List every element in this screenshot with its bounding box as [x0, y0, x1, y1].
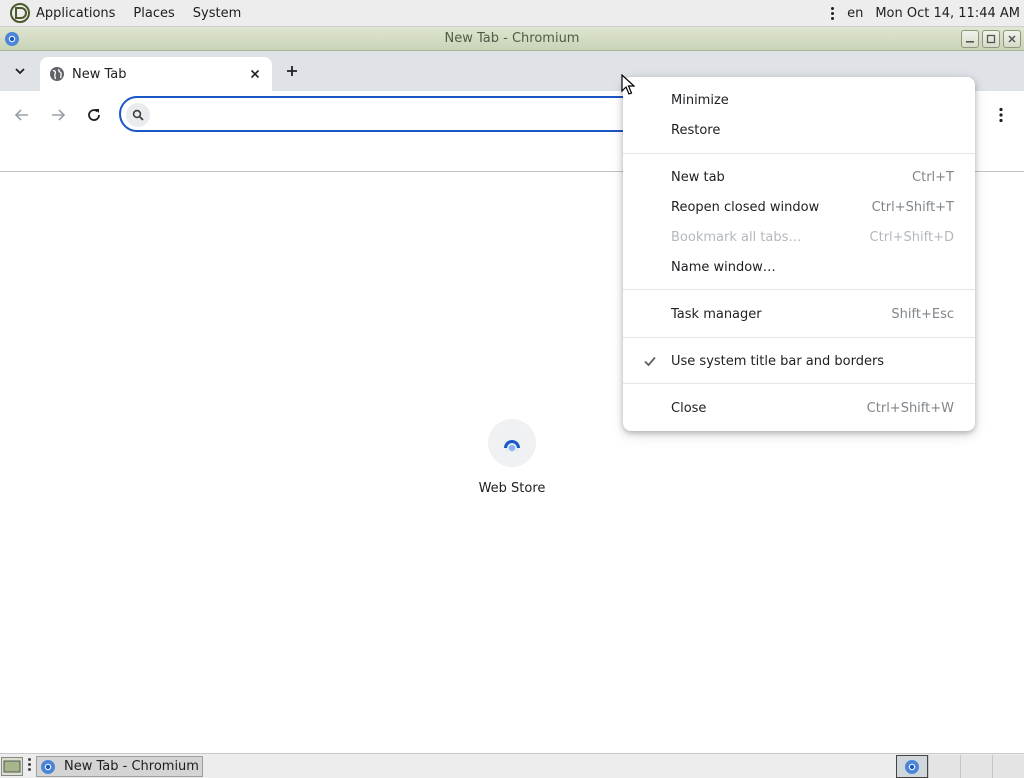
tab-close-button[interactable] — [246, 65, 264, 83]
menu-item-shortcut: Ctrl+Shift+W — [866, 400, 954, 416]
desktop-icon — [3, 760, 21, 773]
workspace-2[interactable] — [928, 755, 960, 778]
reload-button[interactable] — [83, 104, 105, 126]
shortcut-web-store[interactable]: Web Store — [472, 419, 552, 496]
window-context-menu: Minimize Restore New tab Ctrl+T Reopen c… — [623, 77, 975, 431]
taskbar-button-label: New Tab - Chromium — [64, 759, 199, 774]
globe-icon — [50, 67, 64, 81]
menu-item-reopen-closed-window[interactable]: Reopen closed window Ctrl+Shift+T — [623, 192, 975, 222]
shortcut-tile — [488, 419, 536, 467]
panel-menu-bar: Applications Places System — [0, 0, 250, 27]
plus-icon — [287, 66, 297, 76]
maximize-icon — [986, 34, 996, 44]
menu-item-label: Bookmark all tabs… — [671, 229, 802, 245]
window-titlebar[interactable]: New Tab - Chromium — [0, 27, 1024, 51]
system-menu[interactable]: System — [184, 0, 250, 27]
minimize-icon — [966, 41, 974, 43]
search-icon — [126, 103, 150, 127]
menu-item-shortcut: Ctrl+Shift+T — [871, 199, 954, 215]
taskbar-button-chromium[interactable]: New Tab - Chromium — [36, 756, 203, 777]
tab-new-tab[interactable]: New Tab — [40, 57, 272, 91]
menu-item-minimize[interactable]: Minimize — [623, 85, 975, 115]
bottom-panel: New Tab - Chromium — [0, 753, 1024, 778]
menu-separator — [623, 383, 975, 384]
menu-item-label: New tab — [671, 169, 725, 185]
tab-search-button[interactable] — [8, 61, 32, 81]
menu-item-new-tab[interactable]: New tab Ctrl+T — [623, 162, 975, 192]
menu-item-label: Task manager — [671, 306, 762, 322]
menu-item-shortcut: Ctrl+T — [912, 169, 954, 185]
menu-item-label: Reopen closed window — [671, 199, 820, 215]
maximize-window-button[interactable] — [982, 30, 1000, 48]
web-store-icon — [504, 440, 520, 452]
reload-icon — [88, 109, 100, 121]
top-panel: Applications Places System en Mon Oct 14… — [0, 0, 1024, 27]
arrow-right-icon — [52, 109, 66, 121]
back-button[interactable] — [11, 104, 33, 126]
tray-handle-icon[interactable] — [831, 7, 835, 20]
menu-item-label: Use system title bar and borders — [671, 353, 885, 369]
workspace-4[interactable] — [992, 755, 1024, 778]
menu-item-restore[interactable]: Restore — [623, 115, 975, 145]
menu-item-shortcut: Shift+Esc — [891, 306, 954, 322]
clock[interactable]: Mon Oct 14, 11:44 AM — [875, 6, 1020, 21]
arrow-left-icon — [14, 109, 28, 121]
chevron-down-icon — [15, 68, 25, 75]
menu-item-name-window[interactable]: Name window… — [623, 252, 975, 282]
menu-item-use-system-title-bar[interactable]: Use system title bar and borders — [623, 346, 975, 376]
workspace-1[interactable] — [896, 755, 928, 778]
minimize-window-button[interactable] — [961, 30, 979, 48]
menu-item-shortcut: Ctrl+Shift+D — [869, 229, 954, 245]
tasklist-handle-icon[interactable] — [28, 758, 32, 775]
chrome-menu-button[interactable] — [991, 105, 1011, 125]
tab-title: New Tab — [72, 66, 127, 82]
menu-item-task-manager[interactable]: Task manager Shift+Esc — [623, 299, 975, 329]
shortcut-label: Web Store — [478, 481, 546, 496]
new-tab-button[interactable] — [282, 61, 302, 81]
menu-item-close[interactable]: Close Ctrl+Shift+W — [623, 393, 975, 423]
workspace-3[interactable] — [960, 755, 992, 778]
chromium-icon — [41, 759, 55, 774]
close-icon — [250, 69, 260, 79]
chromium-icon[interactable] — [4, 31, 20, 47]
close-window-button[interactable] — [1003, 30, 1021, 48]
applications-menu[interactable]: Applications — [27, 0, 124, 27]
places-menu[interactable]: Places — [124, 0, 183, 27]
menu-item-bookmark-all-tabs: Bookmark all tabs… Ctrl+Shift+D — [623, 222, 975, 252]
mouse-pointer-icon — [621, 74, 635, 95]
window-controls — [961, 30, 1021, 48]
menu-item-label: Close — [671, 400, 707, 416]
forward-button[interactable] — [47, 104, 69, 126]
window-title: New Tab - Chromium — [444, 31, 580, 46]
menu-separator — [623, 289, 975, 290]
menu-item-label: Restore — [671, 122, 721, 138]
show-desktop-button[interactable] — [1, 757, 23, 776]
checkmark-icon — [644, 356, 656, 367]
close-icon — [1008, 35, 1016, 43]
panel-tray: en Mon Oct 14, 11:44 AM — [831, 0, 1020, 27]
menu-item-label: Minimize — [671, 92, 729, 108]
chromium-icon — [905, 759, 919, 774]
keyboard-layout-indicator[interactable]: en — [847, 6, 863, 21]
workspace-switcher — [896, 755, 1024, 778]
kebab-menu-icon — [999, 107, 1003, 123]
menu-item-label: Name window… — [671, 259, 776, 275]
menu-separator — [623, 153, 975, 154]
menu-separator — [623, 337, 975, 338]
